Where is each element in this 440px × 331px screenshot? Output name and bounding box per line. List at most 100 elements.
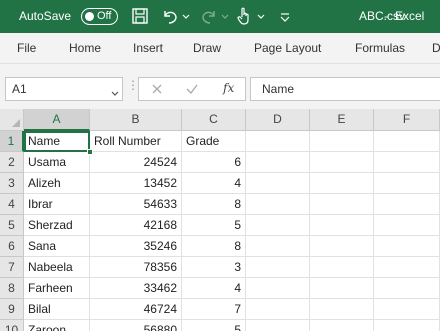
row-header-5[interactable]: 5	[0, 215, 24, 236]
cell-c3[interactable]: 4	[182, 173, 246, 194]
touch-mode-icon[interactable]	[236, 6, 252, 26]
row-header-2[interactable]: 2	[0, 152, 24, 173]
row-header-8[interactable]: 8	[0, 278, 24, 299]
cell-f7[interactable]	[374, 257, 440, 278]
cell-d6[interactable]	[246, 236, 310, 257]
column-header-f[interactable]: F	[374, 109, 440, 131]
tab-data[interactable]: Data	[432, 41, 440, 55]
cell-c1[interactable]: Grade	[182, 131, 246, 152]
column-header-b[interactable]: B	[90, 109, 182, 131]
cell-d8[interactable]	[246, 278, 310, 299]
cell-a1[interactable]: Name	[24, 131, 90, 152]
cell-e10[interactable]	[310, 320, 374, 331]
cell-d4[interactable]	[246, 194, 310, 215]
touch-dropdown-icon[interactable]	[257, 6, 265, 26]
cell-f8[interactable]	[374, 278, 440, 299]
row-header-6[interactable]: 6	[0, 236, 24, 257]
cell-d3[interactable]	[246, 173, 310, 194]
cell-c8[interactable]: 4	[182, 278, 246, 299]
cell-f1[interactable]	[374, 131, 440, 152]
cell-c7[interactable]: 3	[182, 257, 246, 278]
cancel-icon[interactable]	[150, 82, 164, 101]
column-header-c[interactable]: C	[182, 109, 246, 131]
cell-e3[interactable]	[310, 173, 374, 194]
cell-f3[interactable]	[374, 173, 440, 194]
column-header-d[interactable]: D	[246, 109, 310, 131]
cell-f6[interactable]	[374, 236, 440, 257]
name-box-dropdown-icon[interactable]	[111, 85, 119, 103]
cell-f5[interactable]	[374, 215, 440, 236]
cell-a3[interactable]: Alizeh	[24, 173, 90, 194]
cell-e9[interactable]	[310, 299, 374, 320]
cell-c6[interactable]: 8	[182, 236, 246, 257]
tab-page-layout[interactable]: Page Layout	[254, 41, 321, 55]
save-icon[interactable]	[131, 6, 149, 26]
cell-b5[interactable]: 42168	[90, 215, 182, 236]
cell-b6[interactable]: 35246	[90, 236, 182, 257]
column-header-a[interactable]: A	[24, 109, 90, 131]
tab-file[interactable]: File	[17, 41, 36, 55]
cell-d5[interactable]	[246, 215, 310, 236]
cell-b9[interactable]: 46724	[90, 299, 182, 320]
cell-d9[interactable]	[246, 299, 310, 320]
row-header-9[interactable]: 9	[0, 299, 24, 320]
cell-e8[interactable]	[310, 278, 374, 299]
redo-icon[interactable]	[199, 6, 219, 26]
row-header-1[interactable]: 1	[0, 131, 24, 152]
cell-e2[interactable]	[310, 152, 374, 173]
tab-draw[interactable]: Draw	[193, 41, 221, 55]
row-header-10[interactable]: 10	[0, 320, 24, 331]
tab-formulas[interactable]: Formulas	[355, 41, 405, 55]
tab-insert[interactable]: Insert	[133, 41, 163, 55]
cell-b4[interactable]: 54633	[90, 194, 182, 215]
cell-d7[interactable]	[246, 257, 310, 278]
cell-a10[interactable]: Zaroon	[24, 320, 90, 331]
fill-handle[interactable]	[87, 149, 93, 155]
insert-function-icon[interactable]: fx	[223, 81, 234, 95]
cell-d2[interactable]	[246, 152, 310, 173]
cell-f10[interactable]	[374, 320, 440, 331]
cell-c5[interactable]: 5	[182, 215, 246, 236]
select-all-button[interactable]	[0, 109, 24, 131]
cell-b3[interactable]: 13452	[90, 173, 182, 194]
cell-c4[interactable]: 8	[182, 194, 246, 215]
row-header-4[interactable]: 4	[0, 194, 24, 215]
cell-a8[interactable]: Farheen	[24, 278, 90, 299]
undo-dropdown-icon[interactable]	[182, 6, 190, 26]
cell-e4[interactable]	[310, 194, 374, 215]
cell-f4[interactable]	[374, 194, 440, 215]
cell-f9[interactable]	[374, 299, 440, 320]
cell-e6[interactable]	[310, 236, 374, 257]
cell-c2[interactable]: 6	[182, 152, 246, 173]
cell-c9[interactable]: 7	[182, 299, 246, 320]
cell-f2[interactable]	[374, 152, 440, 173]
cell-b2[interactable]: 24524	[90, 152, 182, 173]
formula-input[interactable]: Name	[250, 77, 440, 101]
cell-a9[interactable]: Bilal	[24, 299, 90, 320]
cell-e7[interactable]	[310, 257, 374, 278]
enter-icon[interactable]	[185, 82, 199, 101]
cell-b8[interactable]: 33462	[90, 278, 182, 299]
cell-b7[interactable]: 78356	[90, 257, 182, 278]
row-header-3[interactable]: 3	[0, 173, 24, 194]
cell-d10[interactable]	[246, 320, 310, 331]
cell-a7[interactable]: Nabeela	[24, 257, 90, 278]
cell-a4[interactable]: Ibrar	[24, 194, 90, 215]
cell-b1[interactable]: Roll Number	[90, 131, 182, 152]
autosave-toggle[interactable]: Off	[81, 8, 118, 25]
row-header-7[interactable]: 7	[0, 257, 24, 278]
cell-d1[interactable]	[246, 131, 310, 152]
cell-b10[interactable]: 56880	[90, 320, 182, 331]
cell-a5[interactable]: Sherzad	[24, 215, 90, 236]
name-box[interactable]: A1	[5, 77, 123, 101]
cell-e5[interactable]	[310, 215, 374, 236]
redo-dropdown-icon[interactable]	[221, 6, 229, 26]
undo-icon[interactable]	[160, 6, 180, 26]
cell-e1[interactable]	[310, 131, 374, 152]
column-header-e[interactable]: E	[310, 109, 374, 131]
cell-a2[interactable]: Usama	[24, 152, 90, 173]
cell-c10[interactable]: 5	[182, 320, 246, 331]
customize-toolbar-icon[interactable]	[279, 6, 291, 26]
tab-home[interactable]: Home	[69, 41, 101, 55]
cell-a6[interactable]: Sana	[24, 236, 90, 257]
